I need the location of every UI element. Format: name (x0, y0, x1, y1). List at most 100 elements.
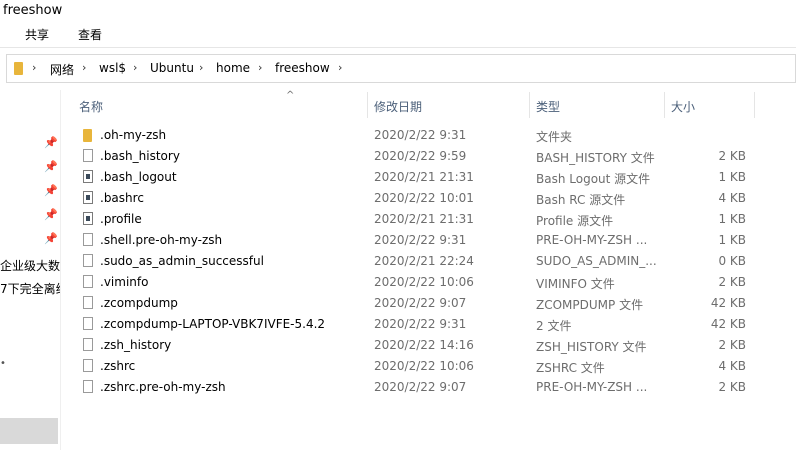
file-type: Bash RC 源文件 (536, 193, 626, 207)
file-date: 2020/2/22 10:06 (374, 275, 474, 289)
file-name: .zcompdump-LAPTOP-VBK7IVFE-5.4.2 (100, 317, 326, 331)
breadcrumb-wsl[interactable]: wsl$ (99, 61, 126, 75)
file-type-icon (83, 149, 93, 162)
sort-up-icon: ^ (286, 90, 295, 101)
nav-item[interactable]: 企业级大数 (0, 257, 60, 274)
chevron-right-icon[interactable]: › (199, 61, 203, 74)
ribbon-divider (0, 47, 796, 48)
file-size: 2 KB (718, 275, 746, 289)
column-divider[interactable] (367, 92, 368, 118)
file-type: PRE-OH-MY-ZSH ... (536, 233, 648, 247)
column-name[interactable]: 名称 (79, 98, 103, 115)
chevron-right-icon[interactable]: › (258, 61, 262, 74)
file-type-icon (83, 380, 93, 393)
breadcrumb-freeshow[interactable]: freeshow (275, 61, 330, 75)
nav-selected-item[interactable] (0, 418, 58, 444)
file-type-icon (83, 191, 93, 204)
file-size: 1 KB (718, 233, 746, 247)
file-date: 2020/2/21 21:31 (374, 212, 474, 226)
file-type-icon (83, 212, 93, 225)
file-type: Profile 源文件 (536, 214, 614, 228)
file-size: 1 KB (718, 170, 746, 184)
file-date: 2020/2/22 14:16 (374, 338, 474, 352)
chevron-right-icon[interactable]: › (133, 61, 137, 74)
breadcrumb-network[interactable]: 网络 (50, 61, 74, 78)
file-row[interactable]: .zcompdump 2020/2/22 9:07 ZCOMPDUMP 文件 42 K… (70, 293, 770, 314)
file-type-icon (83, 254, 93, 267)
chevron-right-icon[interactable]: › (82, 61, 86, 74)
window-title: freeshow (3, 3, 63, 18)
pin-icon[interactable]: 📌 (44, 208, 58, 221)
file-type: Bash Logout 源文件 (536, 172, 651, 186)
column-divider[interactable] (754, 92, 755, 118)
pin-icon[interactable]: 📌 (44, 160, 58, 173)
breadcrumb-home[interactable]: home (216, 61, 250, 75)
file-type: VIMINFO 文件 (536, 277, 615, 291)
file-size: 42 KB (710, 296, 746, 310)
file-date: 2020/2/22 9:07 (374, 380, 467, 394)
file-row[interactable]: .bashrc 2020/2/22 10:01 Bash RC 源文件 4 KB (70, 188, 770, 209)
file-name: .shell.pre-oh-my-zsh (100, 233, 223, 247)
file-row[interactable]: .zsh_history 2020/2/22 14:16 ZSH_HISTORY 文… (70, 335, 770, 356)
file-date: 2020/2/21 21:31 (374, 170, 474, 184)
breadcrumb-ubuntu[interactable]: Ubuntu (150, 61, 194, 75)
ribbon-tab-share[interactable]: 共享 (25, 26, 49, 43)
file-size: 0 KB (718, 254, 746, 268)
file-name: .viminfo (100, 275, 149, 289)
nav-item[interactable]: 7下完全离线 (0, 280, 60, 297)
file-type: BASH_HISTORY 文件 (536, 151, 655, 165)
file-date: 2020/2/22 9:31 (374, 317, 467, 331)
folder-icon (14, 62, 23, 75)
file-row[interactable]: .zcompdump-LAPTOP-VBK7IVFE-5.4.2 2020/2/2… (70, 314, 770, 335)
pin-icon[interactable]: 📌 (44, 232, 58, 245)
column-date[interactable]: 修改日期 (374, 98, 422, 115)
file-size: 4 KB (718, 359, 746, 373)
file-row[interactable]: .viminfo 2020/2/22 10:06 VIMINFO 文件 2 KB (70, 272, 770, 293)
file-name: .oh-my-zsh (100, 128, 167, 142)
file-type: 2 文件 (536, 319, 572, 333)
column-divider[interactable] (529, 92, 530, 118)
file-type: ZSHRC 文件 (536, 361, 605, 375)
column-type[interactable]: 类型 (536, 98, 560, 115)
file-row[interactable]: .oh-my-zsh 2020/2/22 9:31 文件夹 (70, 125, 770, 146)
file-name: .sudo_as_admin_successful (100, 254, 264, 268)
file-name: .profile (100, 212, 142, 226)
file-row[interactable]: .zshrc 2020/2/22 10:06 ZSHRC 文件 4 KB (70, 356, 770, 377)
file-name: .bashrc (100, 191, 144, 205)
file-row[interactable]: .bash_history 2020/2/22 9:59 BASH_HISTORY … (70, 146, 770, 167)
file-type-icon (83, 338, 93, 351)
navigation-pane: 📌 📌 📌 📌 📌 企业级大数 7下完全离线 • (0, 90, 60, 453)
ribbon-tab-view[interactable]: 查看 (78, 26, 102, 43)
chevron-right-icon[interactable]: › (338, 61, 342, 74)
file-size: 1 KB (718, 212, 746, 226)
file-type: PRE-OH-MY-ZSH ... (536, 380, 648, 394)
file-size: 42 KB (710, 317, 746, 331)
file-row[interactable]: .profile 2020/2/21 21:31 Profile 源文件 1 KB (70, 209, 770, 230)
file-name: .zcompdump (100, 296, 178, 310)
file-row[interactable]: .shell.pre-oh-my-zsh 2020/2/22 9:31 PRE-OH… (70, 230, 770, 251)
file-name: .bash_logout (100, 170, 177, 184)
file-row[interactable]: .bash_logout 2020/2/21 21:31 Bash Logout 源… (70, 167, 770, 188)
file-name: .bash_history (100, 149, 180, 163)
chevron-right-icon[interactable]: › (32, 61, 36, 74)
file-type-icon (83, 317, 93, 330)
column-divider[interactable] (664, 92, 665, 118)
file-date: 2020/2/22 9:31 (374, 128, 467, 142)
file-type-icon (83, 129, 92, 142)
file-type-icon (83, 233, 93, 246)
file-type-icon (83, 296, 93, 309)
address-bar[interactable]: › 网络 › wsl$ › Ubuntu › home › freeshow › (6, 54, 796, 83)
file-size: 2 KB (718, 338, 746, 352)
file-row[interactable]: .sudo_as_admin_successful 2020/2/21 22:24… (70, 251, 770, 272)
file-size: 2 KB (718, 149, 746, 163)
nav-expand-icon[interactable]: • (0, 358, 6, 369)
pin-icon[interactable]: 📌 (44, 184, 58, 197)
file-type: ZCOMPDUMP 文件 (536, 298, 644, 312)
column-size[interactable]: 大小 (671, 98, 695, 115)
pin-icon[interactable]: 📌 (44, 136, 58, 149)
file-date: 2020/2/22 9:59 (374, 149, 467, 163)
file-type: ZSH_HISTORY 文件 (536, 340, 647, 354)
file-size: 2 KB (718, 380, 746, 394)
file-type: SUDO_AS_ADMIN_... (536, 254, 657, 268)
file-row[interactable]: .zshrc.pre-oh-my-zsh 2020/2/22 9:07 PRE-OH… (70, 377, 770, 398)
